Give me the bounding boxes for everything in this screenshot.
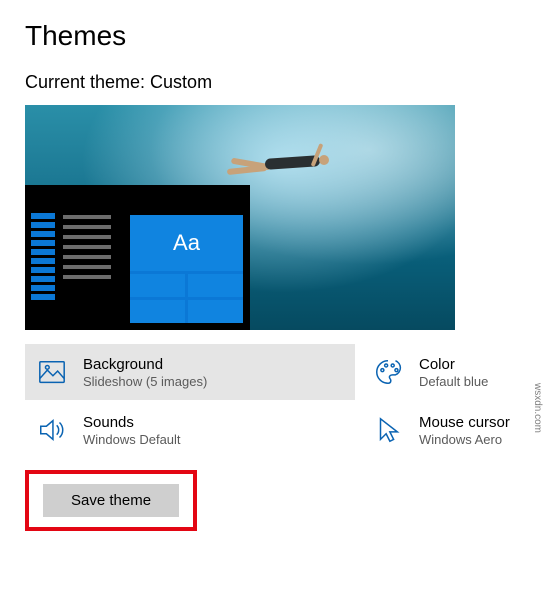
theme-preview: Aa: [25, 105, 455, 330]
start-menu-preview: Aa: [25, 185, 250, 330]
sounds-title: Sounds: [83, 414, 181, 431]
save-theme-highlight: Save theme: [25, 470, 197, 531]
background-value: Slideshow (5 images): [83, 374, 207, 389]
color-option[interactable]: Color Default blue: [361, 344, 524, 400]
cursor-icon: [371, 413, 405, 447]
cursor-title: Mouse cursor: [419, 414, 510, 431]
current-theme-label: Current theme: Custom: [25, 72, 524, 93]
color-title: Color: [419, 356, 488, 373]
picture-icon: [35, 355, 69, 389]
speaker-icon: [35, 413, 69, 447]
sounds-value: Windows Default: [83, 432, 181, 447]
background-option[interactable]: Background Slideshow (5 images): [25, 344, 355, 400]
palette-icon: [371, 355, 405, 389]
page-title: Themes: [25, 20, 524, 52]
save-theme-button[interactable]: Save theme: [43, 484, 179, 517]
theme-options-grid: Background Slideshow (5 images) Color De…: [25, 344, 524, 458]
cursor-option[interactable]: Mouse cursor Windows Aero: [361, 402, 524, 458]
color-value: Default blue: [419, 374, 488, 389]
sounds-option[interactable]: Sounds Windows Default: [25, 402, 355, 458]
cursor-value: Windows Aero: [419, 432, 510, 447]
watermark: wsxdn.com: [532, 383, 543, 433]
background-title: Background: [83, 356, 207, 373]
wallpaper-figure: [225, 141, 375, 181]
font-preview-label: Aa: [173, 230, 200, 256]
